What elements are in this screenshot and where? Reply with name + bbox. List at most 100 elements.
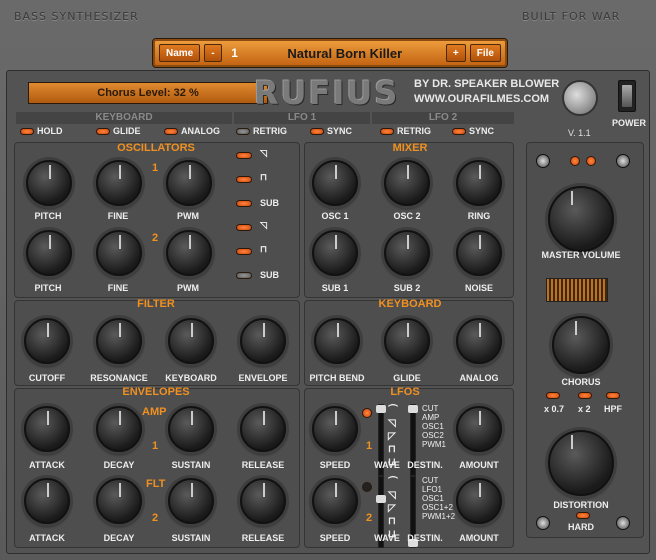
power-switch[interactable] xyxy=(618,80,636,112)
preset-file-button[interactable]: File xyxy=(469,44,501,62)
amp-attack-knob[interactable] xyxy=(24,406,70,452)
screw-icon xyxy=(536,516,550,530)
lfo2-retrig-label: RETRIG xyxy=(397,126,432,136)
distortion-label: DISTORTION xyxy=(553,500,609,510)
version-label: V. 1.1 xyxy=(568,128,591,138)
lfo2-retrig-led xyxy=(380,127,394,135)
osc1-pitch-label: PITCH xyxy=(34,211,62,221)
filter-cutoff-label: CUTOFF xyxy=(28,373,66,383)
osc1-fine-knob[interactable] xyxy=(96,160,142,206)
osc2-pulse-switch[interactable] xyxy=(236,248,252,255)
mixer-osc2-label: OSC 2 xyxy=(393,211,421,221)
filter-title: FILTER xyxy=(137,298,175,310)
amp-sustain-knob[interactable] xyxy=(168,406,214,452)
osc2-pitch-knob[interactable] xyxy=(26,230,72,276)
mixer-noise-knob[interactable] xyxy=(456,230,502,276)
env1-number: 1 xyxy=(152,440,159,452)
list-item: CUT xyxy=(422,404,439,413)
mixer-sub2-label: SUB 2 xyxy=(393,283,421,293)
chorus-x2-switch[interactable] xyxy=(578,392,592,399)
flt-attack-knob[interactable] xyxy=(24,478,70,524)
toggle-lfo2-sync[interactable]: SYNC xyxy=(452,126,494,136)
flt-sustain-label: SUSTAIN xyxy=(171,533,211,543)
filter-keyboard-knob[interactable] xyxy=(168,318,214,364)
toggle-lfo2-retrig[interactable]: RETRIG xyxy=(380,126,431,136)
chorus-knob[interactable] xyxy=(552,316,610,374)
amp-decay-label: DECAY xyxy=(103,460,135,470)
glide-label: GLIDE xyxy=(113,126,141,136)
distortion-hard-label: HARD xyxy=(568,522,594,532)
osc1-pitch-knob[interactable] xyxy=(26,160,72,206)
preset-name-button[interactable]: Name xyxy=(159,44,201,62)
mixer-sub2-knob[interactable] xyxy=(384,230,430,276)
env-amp-label: AMP xyxy=(142,406,167,418)
lfo1-speed-knob[interactable] xyxy=(312,406,358,452)
osc2-fine-label: FINE xyxy=(107,283,129,293)
distortion-knob[interactable] xyxy=(548,430,614,496)
lfo2-amount-knob[interactable] xyxy=(456,478,502,524)
keyboard-analog-knob[interactable] xyxy=(456,318,502,364)
mixer-title: MIXER xyxy=(392,142,428,154)
keyboard-glide-knob[interactable] xyxy=(384,318,430,364)
clip-led-right xyxy=(586,156,596,166)
keyboard-title: KEYBOARD xyxy=(378,298,442,310)
lfo2-speed-knob[interactable] xyxy=(312,478,358,524)
osc1-saw-switch[interactable] xyxy=(236,152,252,159)
mixer-osc2-knob[interactable] xyxy=(384,160,430,206)
osc1-pwm-knob[interactable] xyxy=(166,160,212,206)
lfo1-sync-label: SYNC xyxy=(327,126,353,136)
osc1-sub-label: SUB xyxy=(260,198,280,208)
chorus-x07-label: x 0.7 xyxy=(544,404,565,414)
osc1-sub-switch[interactable] xyxy=(236,200,252,207)
chorus-hpf-switch[interactable] xyxy=(606,392,620,399)
osc2-sub-label: SUB xyxy=(260,270,280,280)
osc2-saw-switch[interactable] xyxy=(236,224,252,231)
toggle-lfo1-retrig[interactable]: RETRIG xyxy=(236,126,287,136)
preset-number: 1 xyxy=(231,46,238,60)
osc2-pwm-knob[interactable] xyxy=(166,230,212,276)
lfos-title: LFOS xyxy=(390,386,420,398)
parameter-display: Chorus Level: 32 % xyxy=(28,82,268,104)
distortion-hard-switch[interactable] xyxy=(576,512,590,519)
flt-release-knob[interactable] xyxy=(240,478,286,524)
lfo1-amount-knob[interactable] xyxy=(456,406,502,452)
lfo2-sync-label: SYNC xyxy=(469,126,495,136)
osc2-sub-switch[interactable] xyxy=(236,272,252,279)
mixer-sub1-knob[interactable] xyxy=(312,230,358,276)
filter-resonance-knob[interactable] xyxy=(96,318,142,364)
lfo2-number: 2 xyxy=(366,512,373,524)
mixer-ring-label: RING xyxy=(467,211,491,221)
screw-icon xyxy=(616,516,630,530)
keyboard-analog-label: ANALOG xyxy=(459,373,499,383)
preset-prev-button[interactable]: - xyxy=(204,44,222,62)
preset-next-button[interactable]: + xyxy=(445,44,466,62)
mixer-osc1-knob[interactable] xyxy=(312,160,358,206)
master-volume-label: MASTER VOLUME xyxy=(541,250,621,260)
screw-icon xyxy=(616,154,630,168)
list-item: LFO1 xyxy=(422,485,443,494)
list-item: OSC1+2 xyxy=(422,503,453,512)
toggle-analog[interactable]: ANALOG xyxy=(164,126,220,136)
flt-sustain-knob[interactable] xyxy=(168,478,214,524)
flt-decay-knob[interactable] xyxy=(96,478,142,524)
header-right-label: BUILT FOR WAR xyxy=(522,10,621,23)
keyboard-glide-label: GLIDE xyxy=(393,373,421,383)
list-item: PWM1 xyxy=(422,440,446,449)
osc1-pulse-switch[interactable] xyxy=(236,176,252,183)
byline-url: WWW.OURAFILMES.COM xyxy=(414,93,550,105)
toggle-hold[interactable]: HOLD xyxy=(20,126,63,136)
chorus-x07-switch[interactable] xyxy=(546,392,560,399)
amp-release-knob[interactable] xyxy=(240,406,286,452)
saw-wave-icon: ◹ xyxy=(260,220,267,230)
env2-number: 2 xyxy=(152,512,159,524)
toggle-lfo1-sync[interactable]: SYNC xyxy=(310,126,352,136)
mixer-ring-knob[interactable] xyxy=(456,160,502,206)
filter-cutoff-knob[interactable] xyxy=(24,318,70,364)
amp-decay-knob[interactable] xyxy=(96,406,142,452)
filter-envelope-knob[interactable] xyxy=(240,318,286,364)
toggle-glide[interactable]: GLIDE xyxy=(96,126,141,136)
master-volume-knob[interactable] xyxy=(548,186,614,252)
keyboard-pitchbend-knob[interactable] xyxy=(314,318,360,364)
wave-shapes-icon: ⏜ ◹ ◸ ⊓ ⊔ xyxy=(388,477,398,540)
osc2-fine-knob[interactable] xyxy=(96,230,142,276)
